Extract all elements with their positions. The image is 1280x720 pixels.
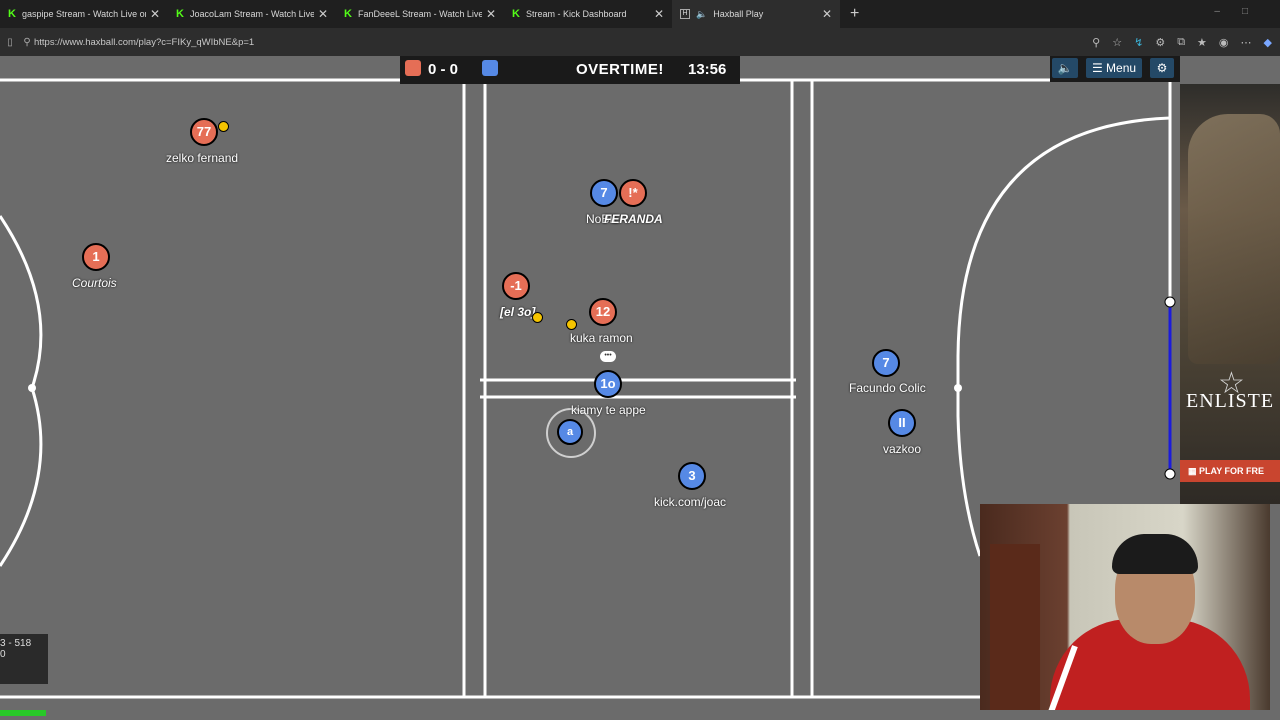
chat-bubble-icon: ••• [600,351,616,362]
speaker-icon: 🔈 [1057,61,1073,75]
advertisement[interactable]: ☆ ENLISTE ▦ PLAY FOR FRE [1180,84,1280,504]
tab-gaspipe[interactable]: K gaspipe Stream - Watch Live on Ki ✕ [0,0,168,28]
kick-icon: K [8,8,16,20]
player-name: vazkoo [883,442,922,456]
tab-joacolam[interactable]: K JoacoLam Stream - Watch Live on ✕ [168,0,336,28]
haxball-icon: H [680,9,690,19]
menu-button[interactable]: ☰ Menu [1086,58,1142,78]
player-name: kuka ramon [570,331,633,345]
menu-label: Menu [1106,61,1137,75]
controlled-player-disc: a [557,419,583,445]
player-name: [el 3o] [500,305,536,319]
right-penalty-spot [954,384,962,392]
ad-play-label: PLAY FOR FRE [1199,466,1265,476]
red-team-icon [405,60,421,76]
tab-haxball[interactable]: H 🔈 Haxball Play ✕ [672,0,840,28]
webcam-overlay [980,504,1270,710]
sound-button[interactable]: 🔈 [1052,58,1078,78]
window-controls[interactable]: –□ [1214,6,1270,17]
close-icon[interactable]: ✕ [318,7,328,21]
close-icon[interactable]: ✕ [150,7,160,21]
close-icon[interactable]: ✕ [486,7,496,21]
player-disc: 3 [678,462,706,490]
favorite-icon[interactable]: ☆ [1112,36,1122,49]
tab-title: gaspipe Stream - Watch Live on Ki [21,9,146,19]
tab-kick-dashboard[interactable]: K Stream - Kick Dashboard ✕ [504,0,672,28]
url-field[interactable]: https://www.haxball.com/play?c=FIKy_qWIb… [34,37,1092,48]
extension-icon[interactable]: ↯ [1134,36,1143,49]
player-disc: 12 [589,298,617,326]
site-info-icon[interactable]: ⚲ [20,37,34,48]
player-name: FERANDA [604,212,663,226]
settings-button[interactable]: ⚙ [1150,58,1174,78]
score: 0 - 0 [428,61,459,78]
ping-graph [0,710,46,716]
tab-title: FanDeeeL Stream - Watch Live on [357,9,482,19]
ad-title: ENLISTE [1186,390,1275,412]
speaker-icon: 🔈 [696,8,708,19]
copilot-icon[interactable]: ◆ [1264,36,1272,49]
player-name: kick.com/joac [654,495,727,509]
settings-icon[interactable]: ⚙ [1155,36,1165,49]
player-name: zelko fernand [166,151,239,165]
zoom-icon[interactable]: ⚲ [1092,36,1100,49]
left-goal-post [28,384,36,392]
gear-icon: ⚙ [1156,61,1168,75]
ad-play-button[interactable]: ▦ PLAY FOR FRE [1180,460,1280,482]
ball [566,319,577,330]
match-clock: 13:56 [688,61,727,78]
network-stats: 3 - 518 0 [0,634,48,684]
tab-title: Haxball Play [713,9,764,19]
address-bar: ▯ ⚲ https://www.haxball.com/play?c=FIKy_… [0,28,1280,56]
player-disc: 1 [82,243,110,271]
close-icon[interactable]: ✕ [654,7,664,21]
profile-icon[interactable]: ◉ [1219,36,1229,49]
right-goal-post-bottom [1164,468,1176,480]
kick-icon: K [176,8,184,20]
player-disc: II [888,409,916,437]
sidebar-toggle-icon[interactable]: ▯ [0,37,20,48]
menu-bar: 🔈 ☰ Menu ⚙ [1050,56,1180,82]
player-disc: 7 [872,349,900,377]
new-tab-button[interactable]: + [850,5,859,23]
toolbar-icons: ⚲ ☆ ↯ ⚙ ⧉ ★ ◉ ⋯ ◆ [1092,36,1272,49]
ad-soldier-image [1188,114,1280,364]
blue-team-icon [482,60,498,76]
browser-tab-bar: K gaspipe Stream - Watch Live on Ki ✕ K … [0,0,1280,28]
player-name: Courtois [72,276,117,290]
player-disc: 7 [590,179,618,207]
tab-fandeeel[interactable]: K FanDeeeL Stream - Watch Live on ✕ [336,0,504,28]
close-icon[interactable]: ✕ [822,7,832,21]
more-icon[interactable]: ⋯ [1241,36,1252,49]
kick-icon: K [512,8,520,20]
player-name: kiamy te appe [571,403,646,417]
player-name: Facundo Colic [849,381,926,395]
player-disc: !* [619,179,647,207]
favorites-bar-icon[interactable]: ★ [1197,36,1207,49]
webcam-hair [1112,534,1198,574]
webcam-chair [990,544,1040,710]
ball [218,121,229,132]
right-goal-post-top [1164,296,1176,308]
tab-title: Stream - Kick Dashboard [525,9,627,19]
haxball-game[interactable]: 0 - 0 OVERTIME! 13:56 🔈 ☰ Menu ⚙ 77 zelk… [0,56,1280,720]
kick-icon: K [344,8,352,20]
player-disc: -1 [502,272,530,300]
player-disc: 1o [594,370,622,398]
ball [532,312,543,323]
extensions-puzzle-icon[interactable]: ⧉ [1177,36,1185,49]
player-disc: 77 [190,118,218,146]
tab-title: JoacoLam Stream - Watch Live on [189,9,314,19]
windows-icon: ▦ [1188,466,1197,476]
match-status: OVERTIME! [576,61,664,78]
